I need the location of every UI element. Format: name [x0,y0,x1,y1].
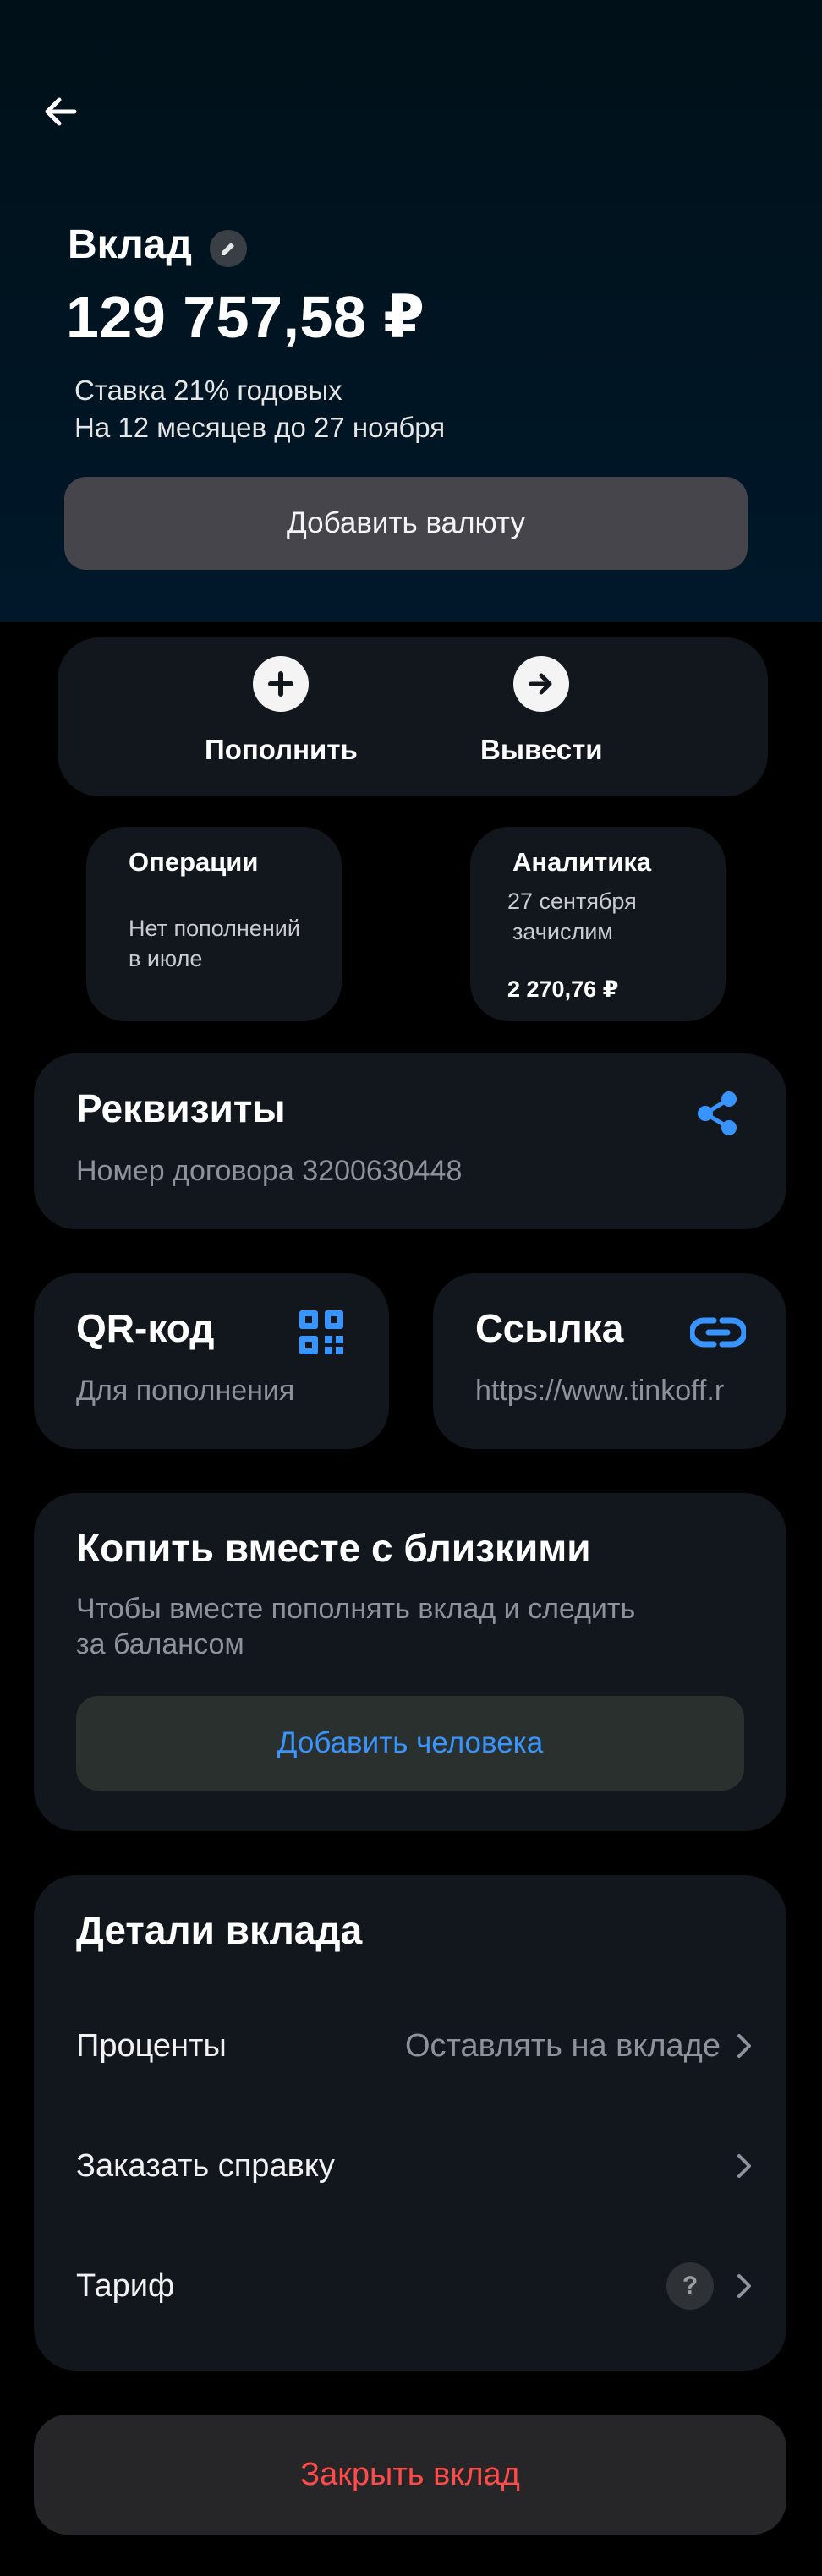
details-row-certificate[interactable]: Заказать справку [76,2132,753,2200]
details-row-tariff[interactable]: Тариф ? [76,2252,753,2320]
save-together-card: Копить вместе с близкими Чтобы вместе по… [34,1493,786,1831]
deposit-details-card: Детали вклада Проценты Оставлять на вкла… [34,1875,786,2371]
help-icon[interactable]: ? [666,2262,714,2310]
operations-line2: в июле [129,946,203,971]
qr-title: QR-код [76,1306,215,1350]
link-title: Ссылка [475,1306,624,1350]
tariff-label: Тариф [76,2267,175,2304]
link-url: https://www.tinkoff.r [475,1375,725,1407]
edit-name-button[interactable] [210,230,247,267]
pencil-icon [222,243,234,255]
details-title: Детали вклада [76,1908,363,1952]
link-icon [688,1315,748,1354]
analytics-title: Аналитика [512,847,652,877]
chevron-right-icon [737,2274,751,2298]
certificate-label: Заказать справку [76,2147,335,2184]
requisites-title: Реквизиты [76,1086,286,1130]
page-title: Вклад [68,222,192,267]
requisites-card[interactable]: Реквизиты Номер договора 3200630448 [34,1053,786,1229]
operations-title: Операции [129,847,259,877]
add-person-button[interactable]: Добавить человека [76,1696,744,1791]
together-description: Чтобы вместе пополнять вклад и следить з… [76,1591,635,1662]
arrow-right-icon [513,656,570,712]
qr-code-card[interactable]: QR-код Для пополнения [34,1273,389,1449]
close-deposit-button[interactable]: Закрыть вклад [34,2415,786,2535]
together-line1: Чтобы вместе пополнять вклад и следить [76,1593,636,1625]
link-card[interactable]: Ссылка https://www.tinkoff.r [433,1273,786,1449]
deposit-action[interactable]: Пополнить [205,656,358,766]
deposit-terms: Ставка 21% годовых На 12 месяцев до 27 н… [74,372,445,446]
interest-label: Проценты [76,2027,227,2064]
analytics-line1: 27 сентября [507,889,637,914]
term-text: На 12 месяцев до 27 ноября [74,412,446,443]
qr-subtitle: Для пополнения [76,1375,295,1407]
withdraw-label: Вывести [480,734,603,765]
interest-value: Оставлять на вкладе [404,2027,721,2064]
analytics-card[interactable]: Аналитика 27 сентября зачислим 2 270,76 … [470,827,726,1021]
contract-number: Номер договора 3200630448 [76,1155,463,1187]
qr-icon [298,1309,345,1360]
analytics-amount: 2 270,76 ₽ [507,976,619,1002]
back-button[interactable] [37,88,85,135]
arrow-left-icon [45,97,77,126]
chevron-right-icon [737,2034,751,2058]
plus-icon [253,656,310,712]
rate-text: Ставка 21% годовых [74,375,342,406]
together-line2: за балансом [76,1628,244,1660]
operations-card[interactable]: Операции Нет пополнений в июле [86,827,342,1021]
deposit-label: Пополнить [205,734,358,765]
withdraw-action[interactable]: Вывести [480,656,603,766]
add-currency-button[interactable]: Добавить валюту [64,477,748,570]
together-title: Копить вместе с близкими [76,1526,591,1570]
balance-amount: 129 757,58 ₽ [66,284,425,350]
actions-card: Пополнить Вывести [58,637,768,796]
analytics-line2: зачислим [512,919,613,944]
chevron-right-icon [737,2154,751,2178]
operations-line1: Нет пополнений [129,916,300,941]
details-row-interest[interactable]: Проценты Оставлять на вкладе [76,2012,753,2080]
share-icon[interactable] [693,1089,741,1142]
